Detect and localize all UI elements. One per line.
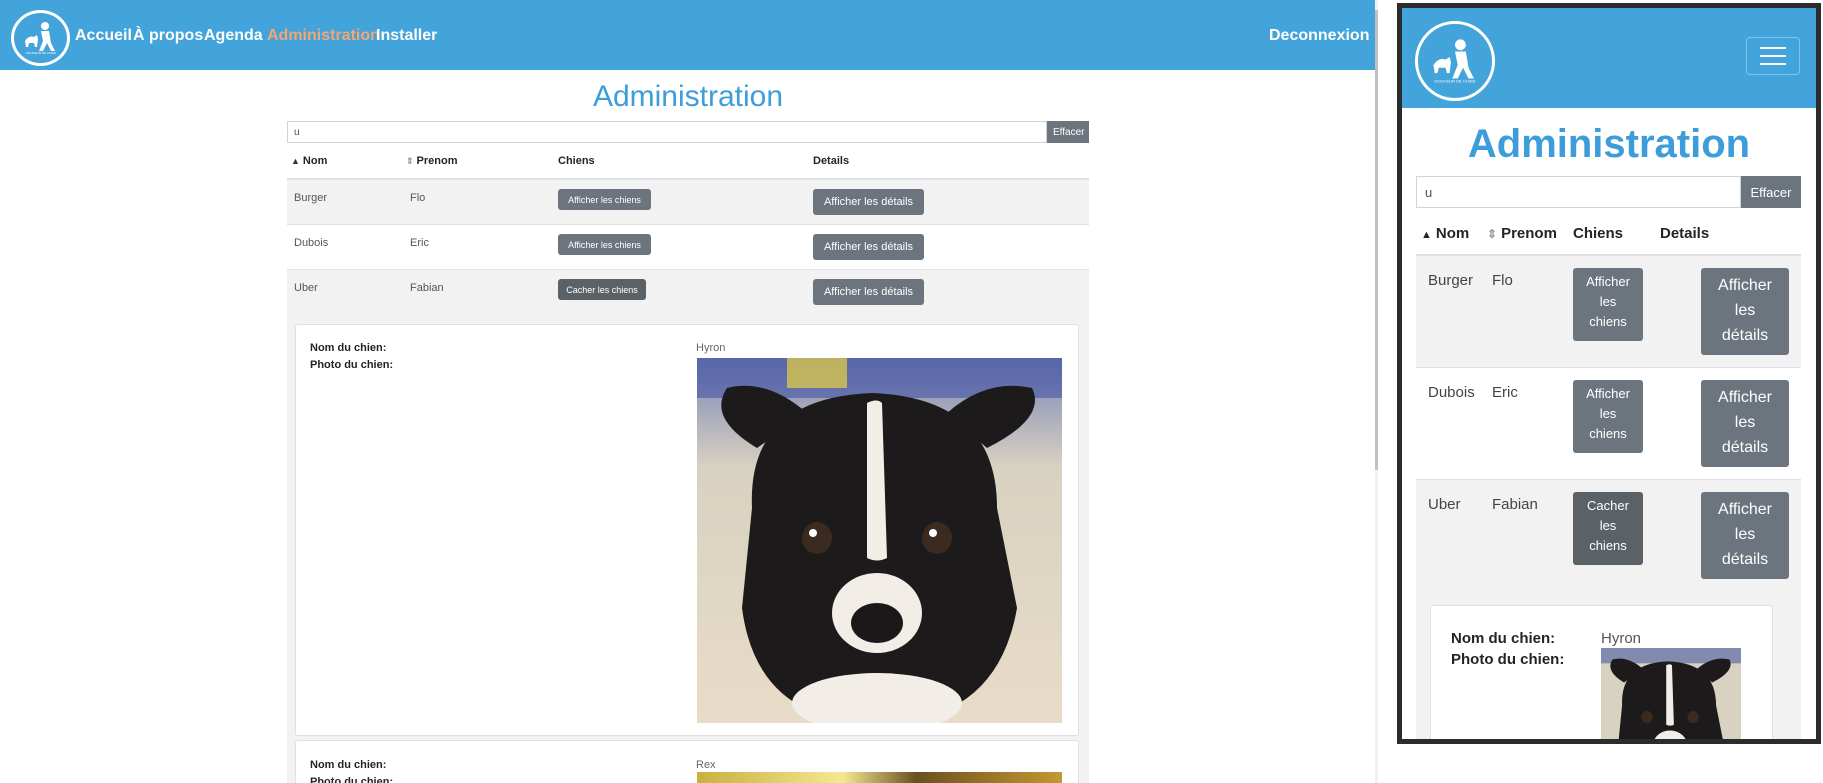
cell-prenom: Fabian [410,282,444,294]
search-input[interactable] [1416,176,1741,208]
mobile-view: DOUCEUR DE CHIEN Administration Effacer … [1397,3,1821,744]
column-header-chiens: Chiens [1573,225,1624,242]
hide-dogs-button[interactable]: Cacher les chiens [558,279,646,300]
show-details-button[interactable]: Afficher les détails [1701,268,1789,355]
logo-text: DOUCEUR DE CHIEN [1435,79,1476,84]
cell-nom: Dubois [294,237,329,249]
column-header-nom[interactable]: ▲ Nom [291,155,327,167]
dog-card: Nom du chien: Photo du chien: Hyron [295,324,1079,736]
navbar: DOUCEUR DE CHIEN Accueil À propos Agenda… [0,0,1375,70]
desktop-view: DOUCEUR DE CHIEN Accueil À propos Agenda… [0,0,1378,783]
table-row: Dubois Eric Afficher les chiens Afficher le… [1416,368,1801,479]
logo-text: DOUCEUR DE CHIEN [25,51,55,55]
clear-button[interactable]: Effacer [1741,176,1801,208]
hide-dogs-button[interactable]: Cacher les chiens [1573,492,1643,565]
mobile-navbar: DOUCEUR DE CHIEN [1402,8,1816,108]
table-row: Dubois Eric Afficher les chiens Afficher… [287,225,1089,270]
show-details-button[interactable]: Afficher les détails [813,234,924,260]
cell-nom: Uber [1428,496,1461,513]
column-header-prenom[interactable]: ⇕ Prenom [406,155,458,167]
clear-button[interactable]: Effacer [1047,121,1089,143]
show-details-button[interactable]: Afficher les détails [1701,492,1789,579]
column-header-chiens: Chiens [558,155,595,167]
cell-prenom: Flo [1492,272,1513,289]
dog-photo [1601,648,1741,739]
cell-prenom: Fabian [1492,496,1538,513]
dog-name: Rex [696,759,716,771]
table-row: Burger Flo Afficher les chiens Afficher … [287,180,1089,225]
sort-icon: ⇕ [1487,227,1498,241]
show-dogs-button[interactable]: Afficher les chiens [1573,268,1643,341]
cell-prenom: Flo [410,192,426,204]
nav-link-a-propos[interactable]: À propos [133,27,203,45]
cell-nom: Uber [294,282,318,294]
table-row: Burger Flo Afficher les chiens Afficher les… [1416,256,1801,367]
dog-name-label: Nom du chien: [1451,630,1556,647]
hamburger-icon[interactable] [1746,37,1800,75]
nav-link-accueil[interactable]: Accueil [75,27,132,45]
show-details-button[interactable]: Afficher les détails [1701,380,1789,467]
logout-link[interactable]: Deconnexion [1269,27,1369,45]
dog-name: Hyron [1601,630,1642,647]
dog-photo [697,358,1062,723]
dog-photo-label: Photo du chien: [310,359,394,371]
cell-prenom: Eric [410,237,429,249]
nav-link-installer[interactable]: Installer [376,27,437,45]
sort-asc-icon: ▲ [291,156,300,166]
search-input[interactable] [287,121,1047,143]
column-header-nom[interactable]: ▲ Nom [1421,225,1469,242]
sort-asc-icon: ▲ [1421,229,1432,241]
logo-icon[interactable]: DOUCEUR DE CHIEN [11,10,70,66]
dog-photo-label: Photo du chien: [1451,651,1565,668]
show-dogs-button[interactable]: Afficher les chiens [1573,380,1643,453]
show-dogs-button[interactable]: Afficher les chiens [558,189,651,210]
scrollbar-thumb[interactable] [1375,10,1378,470]
page-title: Administration [1467,122,1751,166]
page-title: Administration [592,80,784,113]
cell-nom: Dubois [1428,384,1475,401]
cell-prenom: Eric [1492,384,1518,401]
dog-card: Nom du chien: Photo du chien: Hyron [1430,605,1773,739]
logo-icon[interactable]: DOUCEUR DE CHIEN [1415,21,1495,101]
dog-name-label: Nom du chien: [310,759,387,771]
column-header-prenom[interactable]: ⇕ Prenom [1487,225,1557,242]
sort-icon: ⇕ [406,156,414,166]
cell-nom: Burger [1428,272,1474,289]
dog-name-label: Nom du chien: [310,342,387,354]
dog-photo [697,772,1062,783]
nav-link-agenda[interactable]: Agenda [204,27,263,45]
dog-name: Hyron [696,342,726,354]
show-dogs-button[interactable]: Afficher les chiens [558,234,651,255]
dog-card: Nom du chien: Photo du chien: Rex [295,740,1079,783]
nav-link-administration[interactable]: Administration [267,27,380,45]
show-details-button[interactable]: Afficher les détails [813,189,924,215]
show-details-button[interactable]: Afficher les détails [813,279,924,305]
column-header-details: Details [1660,225,1710,242]
cell-nom: Burger [294,192,328,204]
column-header-details: Details [813,155,850,167]
dog-photo-label: Photo du chien: [310,776,394,783]
